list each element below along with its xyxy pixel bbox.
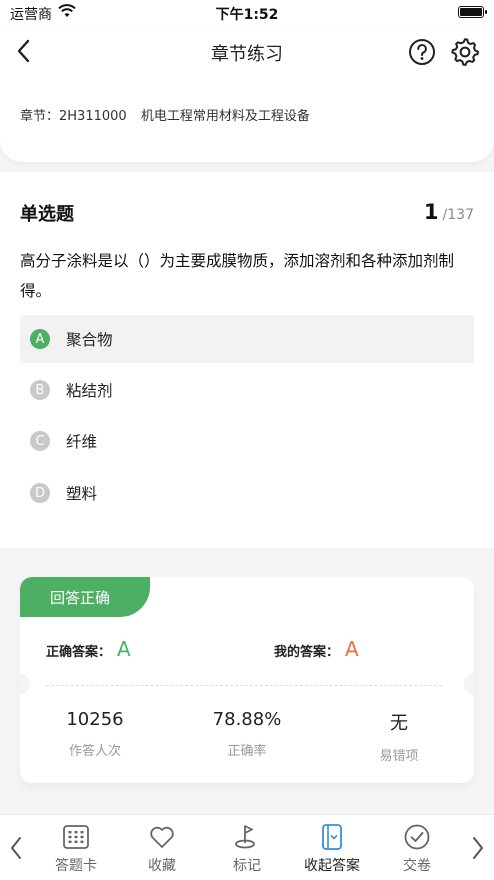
tool-label: 标记 [233,858,261,874]
chapter-code: 章节：2H311000 [20,109,127,124]
ticket-notch-right [464,673,474,695]
option-badge: C [30,431,50,451]
stat-accuracy: 78.88% 正确率 [172,709,322,759]
battery-icon [458,6,487,18]
clock: 下午1:52 [215,7,279,23]
tool-label: 交卷 [403,858,431,874]
my-answer-label: 我的答案： [274,645,340,660]
current-question-number: 1 [423,200,439,224]
chapter-name: 机电工程常用材料及工程设备 [140,109,310,124]
stat-common-mistake: 无 易错项 [324,709,474,764]
settings-gear-icon[interactable] [450,37,480,67]
status-bar: 运营商 下午1:52 [0,0,494,26]
previous-question-icon[interactable] [6,833,26,863]
tool-label: 收藏 [148,858,176,874]
option-badge: A [30,329,50,349]
mark-button[interactable]: 标记 [209,823,285,875]
answer-sheet-button[interactable]: 答题卡 [38,823,114,875]
option-a[interactable]: A 聚合物 [20,315,474,363]
heart-icon [150,826,174,848]
divider [46,685,442,686]
option-text: 聚合物 [66,331,113,349]
next-question-icon[interactable] [468,833,488,863]
option-badge: B [30,380,50,400]
result-banner: 回答正确 [20,577,150,617]
tool-label: 答题卡 [55,858,97,874]
correct-answer-value: A [117,637,131,661]
ticket-notch-left [20,673,30,695]
question-stem: 高分子涂料是以（）为主要成膜物质，添加溶剂和各种添加剂制得。 [20,252,455,300]
answer-sheet-icon [63,825,89,849]
option-c[interactable]: C 纤维 [20,417,474,465]
stat-attempts: 10256 作答人次 [20,709,170,759]
submit-check-icon [404,824,430,850]
stat-value: 78.88% [212,709,282,730]
favorite-button[interactable]: 收藏 [124,823,200,875]
answer-result-card: 回答正确 正确答案： A 我的答案： A 10256 作答人次 78.88% 正… [20,577,474,783]
option-text: 粘结剂 [66,382,113,400]
tool-label: 收起答案 [304,858,360,874]
question-type: 单选题 [20,204,74,225]
collapse-answer-button[interactable]: 收起答案 [294,823,370,875]
correct-answer-label: 正确答案： [46,645,112,660]
question-card: 单选题 1/137 高分子涂料是以（）为主要成膜物质，添加溶剂和各种添加剂制得。… [0,172,494,548]
flag-icon [235,825,255,849]
stat-label: 易错项 [379,749,419,764]
option-d[interactable]: D 塑料 [20,469,474,517]
collapse-answer-icon [322,824,342,850]
stat-label: 作答人次 [68,744,121,759]
stat-label: 正确率 [227,744,267,759]
option-text: 纤维 [66,433,98,451]
bottom-toolbar: 答题卡 收藏 标记 收起答案 交卷 [0,814,494,880]
my-answer-value: A [345,637,359,661]
option-badge: D [30,483,50,503]
option-text: 塑料 [66,485,98,503]
stat-value: 10256 [66,709,124,730]
question-counter: 1/137 [424,200,474,224]
header: 章节练习 章节：2H311000 机电工程常用材料及工程设备 [0,26,494,162]
option-b[interactable]: B 粘结剂 [20,366,474,414]
chapter-info: 章节：2H311000 机电工程常用材料及工程设备 [20,105,310,124]
help-icon[interactable] [408,38,436,66]
total-questions: /137 [442,207,474,223]
stat-value: 无 [390,713,408,734]
submit-button[interactable]: 交卷 [379,823,455,875]
